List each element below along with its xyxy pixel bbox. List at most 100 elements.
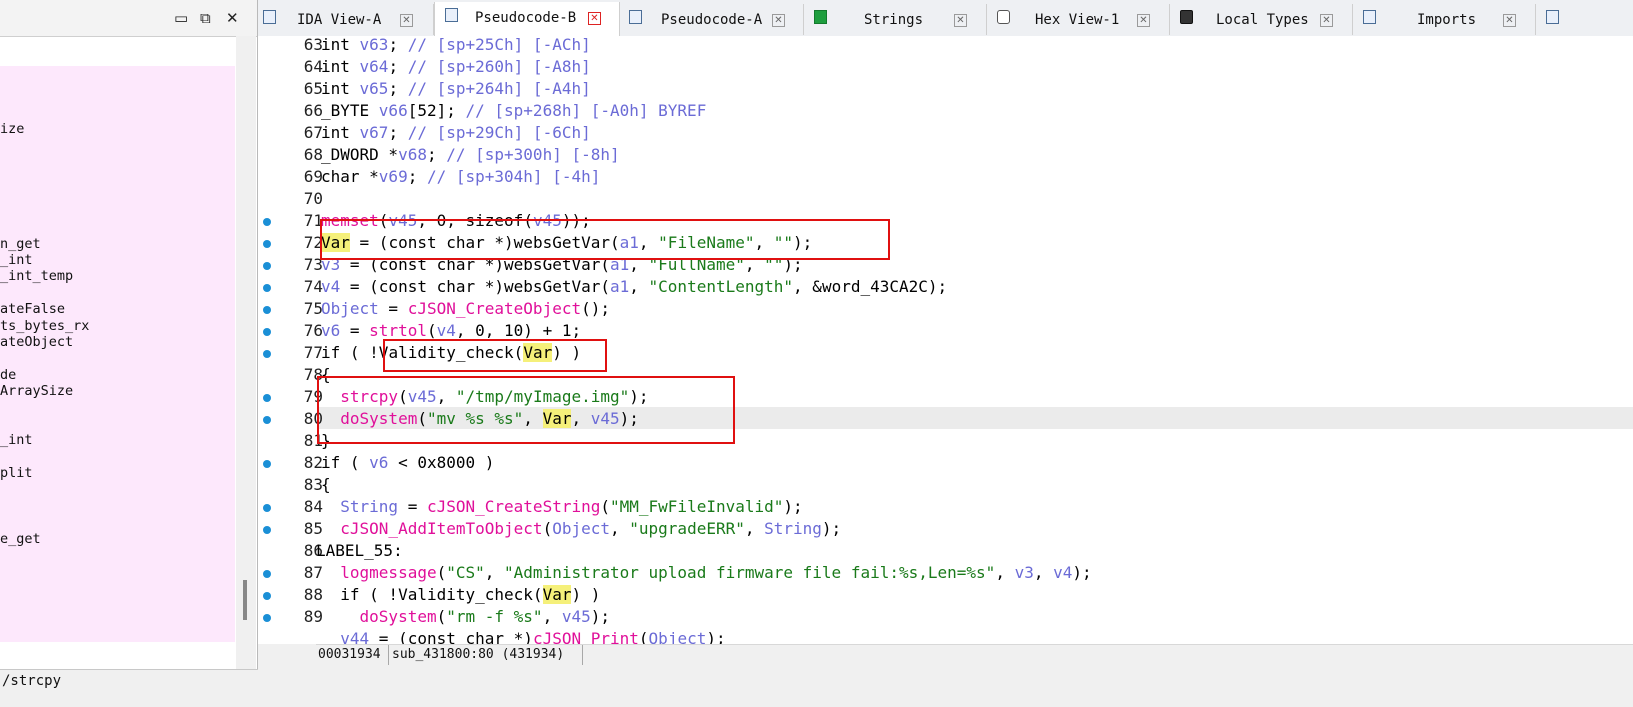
line-number: 84 [303,497,323,516]
code-token: ( [638,629,649,644]
function-list-item[interactable]: ateFalse [0,301,65,317]
code-text: int v67; // [sp+29Ch] [-6Ch] [321,123,591,142]
code-line[interactable]: v44 = (const char *)cJSON_Print(Object); [258,628,1633,644]
tab-pseudocode-b[interactable]: Pseudocode-B ✕ [434,2,620,36]
code-token: v4 [436,321,456,340]
breakpoint-dot-icon[interactable] [263,504,271,512]
code-token: ); [821,519,842,538]
tab-pseudocode-a[interactable]: Pseudocode-A ✕ [619,4,804,35]
maximize-icon[interactable]: ▭ [174,9,188,27]
close-icon[interactable]: ✕ [226,9,239,27]
line-number: 63 [303,36,323,54]
code-token: doSystem [359,607,437,626]
hex-view-icon [997,10,1010,24]
function-list-item[interactable]: ateObject [0,334,73,350]
breakpoint-dot-icon[interactable] [263,328,271,336]
tab-overflow[interactable] [1536,4,1633,35]
code-line[interactable]: 63 int v63; // [sp+25Ch] [-ACh] [258,36,1633,56]
code-token: , [484,563,505,582]
code-line[interactable]: 68 _DWORD *v68; // [sp+300h] [-8h] [258,144,1633,166]
function-list-item[interactable]: _int_temp [0,268,73,284]
breakpoint-dot-icon[interactable] [263,284,271,292]
breakpoint-dot-icon[interactable] [263,240,271,248]
code-line[interactable]: 84 String = cJSON_CreateString("MM_FwFil… [258,496,1633,518]
function-list-item[interactable]: e_get [0,531,41,547]
code-token: ; [388,36,408,54]
code-line[interactable]: 85 cJSON_AddItemToObject(Object, "upgrad… [258,518,1633,540]
function-list-item[interactable]: n_get [0,236,41,252]
code-line[interactable]: 69 char *v69; // [sp+304h] [-4h] [258,166,1633,188]
breakpoint-dot-icon[interactable] [263,218,271,226]
function-list-item[interactable]: plit [0,465,33,481]
tab-hex-view-1[interactable]: Hex View-1 ✕ [987,4,1170,35]
tab-close-icon[interactable]: ✕ [1503,14,1516,27]
code-token: strtol [369,321,427,340]
code-line[interactable]: 67 int v67; // [sp+29Ch] [-6Ch] [258,122,1633,144]
annotation-box-validity-check [383,339,607,372]
code-token: logmessage [340,563,437,582]
code-token: char * [321,167,379,186]
breakpoint-dot-icon[interactable] [263,592,271,600]
code-token: , [744,519,765,538]
code-line[interactable]: 87 logmessage("CS", "Administrator uploa… [258,562,1633,584]
functions-pane: ▭ ⧉ ✕ ize n_get _int _int_temp ateFalse ts_by… [0,0,258,676]
code-token: , & [793,277,822,296]
tab-close-icon[interactable]: ✕ [772,14,785,27]
tab-close-icon[interactable]: ✕ [400,14,413,27]
function-list[interactable]: ize n_get _int _int_temp ateFalse ts_bytes_rx… [0,66,235,642]
line-number: 66 [303,101,323,120]
code-line[interactable]: 89 doSystem("rm -f %s", v45); [258,606,1633,628]
functions-scrollbar-thumb[interactable] [243,580,247,620]
float-window-icon[interactable]: ⧉ [200,9,211,27]
tab-strings[interactable]: Strings ✕ [804,4,987,35]
function-list-item[interactable]: _int [0,252,33,268]
code-text: v44 = (const char *)cJSON_Print(Object); [321,629,726,644]
code-line[interactable]: 75 Object = cJSON_CreateObject(); [258,298,1633,320]
tab-ida-view-a[interactable]: IDA View-A ✕ [258,4,434,35]
code-line[interactable]: 83{ [258,474,1633,496]
function-list-item[interactable]: ize [0,121,24,137]
tab-close-icon[interactable]: ✕ [588,12,601,25]
breakpoint-dot-icon[interactable] [263,570,271,578]
code-token: v3 [1014,563,1034,582]
code-token: Object [321,299,379,318]
breakpoint-dot-icon[interactable] [263,416,271,424]
function-list-item[interactable]: ArraySize [0,383,73,399]
code-token: ); [706,629,726,644]
tab-close-icon[interactable]: ✕ [954,14,967,27]
tab-close-icon[interactable]: ✕ [1137,14,1150,27]
function-list-item[interactable]: _int [0,432,33,448]
tab-imports[interactable]: Imports ✕ [1353,4,1536,35]
breakpoint-dot-icon[interactable] [263,614,271,622]
code-line[interactable]: 82 if ( v6 < 0x8000 ) [258,452,1633,474]
code-line[interactable]: 65 int v65; // [sp+264h] [-A4h] [258,78,1633,100]
code-line[interactable]: 86 LABEL_55: [258,540,1633,562]
breakpoint-dot-icon[interactable] [263,394,271,402]
tab-close-icon[interactable]: ✕ [1320,14,1333,27]
code-token: [52]; [407,101,466,120]
breakpoint-dot-icon[interactable] [263,350,271,358]
code-line[interactable]: 88 if ( !Validity_check(Var) ) [258,584,1633,606]
line-number: 76 [303,321,323,340]
code-token: = (const char *) [369,629,533,644]
function-list-item[interactable]: de [0,367,16,383]
code-token: // [sp+25Ch] [-ACh] [407,36,591,54]
code-token: ); [783,497,803,516]
breakpoint-dot-icon[interactable] [263,306,271,314]
function-list-item[interactable]: ts_bytes_rx [0,318,89,334]
line-number: 88 [303,585,323,604]
breakpoint-dot-icon[interactable] [263,460,271,468]
code-token: ; [388,57,408,76]
status-bar: 00031934 sub_431800:80 (431934) [316,645,1633,665]
tab-local-types[interactable]: Local Types ✕ [1170,4,1353,35]
code-text: doSystem("rm -f %s", v45); [321,607,610,626]
breakpoint-dot-icon[interactable] [263,262,271,270]
code-line[interactable]: 70 [258,188,1633,210]
code-line[interactable]: 74 v4 = (const char *)websGetVar(a1, "Con… [258,276,1633,298]
code-text: if ( !Validity_check(Var) ) [321,585,600,604]
line-number: 64 [303,57,323,76]
code-line[interactable]: 64 int v64; // [sp+260h] [-A8h] [258,56,1633,78]
code-token: if ( ! [321,585,399,604]
code-line[interactable]: 66 _BYTE v66[52]; // [sp+268h] [-A0h] BYR… [258,100,1633,122]
breakpoint-dot-icon[interactable] [263,526,271,534]
